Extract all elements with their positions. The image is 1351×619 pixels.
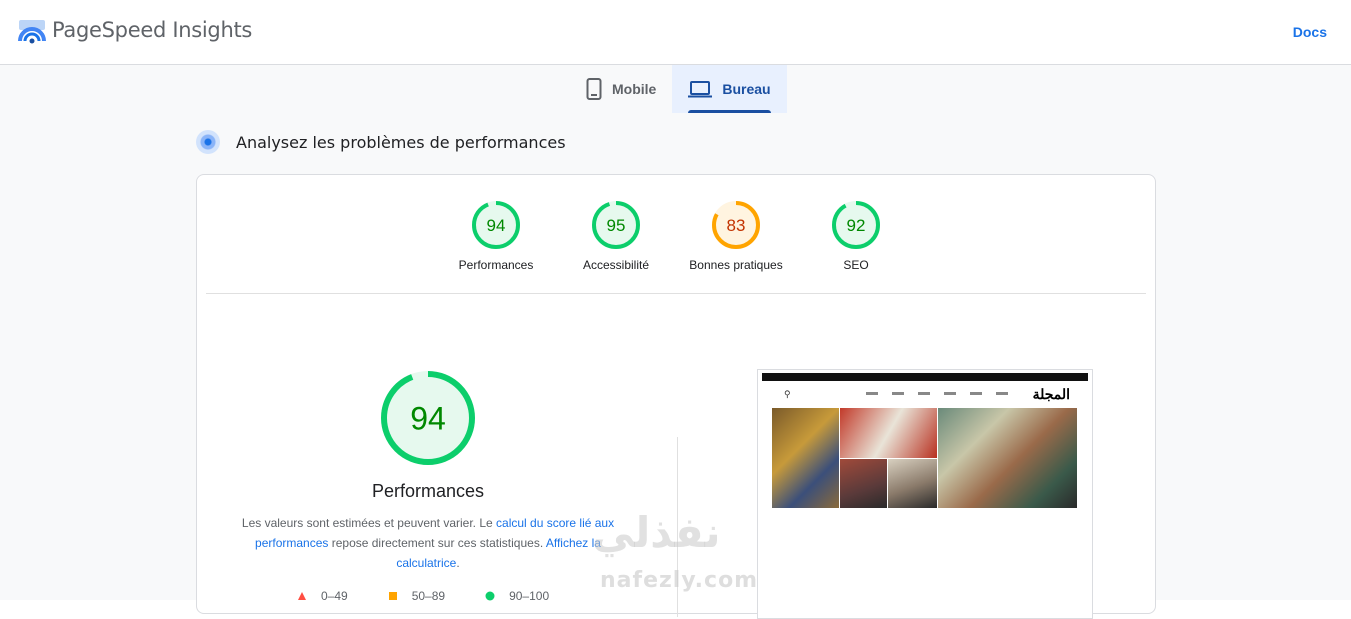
score-legend: 0–49 50–89 90–100 (297, 589, 549, 603)
legend-average: 50–89 (388, 589, 445, 603)
phone-icon (586, 78, 602, 100)
gauge-seo[interactable]: 92 SEO (801, 199, 911, 272)
preview-nav-items (866, 392, 1008, 395)
legend-fail: 0–49 (297, 589, 348, 603)
gauge-score: 92 (847, 216, 866, 235)
gauge-ring: 95 (592, 201, 640, 249)
performance-target-icon (196, 130, 220, 154)
gauge-ring: 94 (472, 201, 520, 249)
preview-site-logo: المجلة (1032, 386, 1070, 402)
preview-nav: ⚲ المجلة (762, 383, 1088, 407)
main-score-label: Performances (371, 481, 485, 501)
desc-text: . (456, 556, 460, 570)
divider (206, 293, 1146, 294)
section-header: Analysez les problèmes de performances (196, 130, 566, 154)
gauge-score: 94 (410, 401, 446, 437)
preview-image-grid (772, 408, 1077, 508)
tab-bureau[interactable]: Bureau (672, 65, 787, 113)
watermark-arabic: نفذلي (592, 508, 721, 557)
preview-tile (888, 459, 937, 508)
top-bar: PageSpeed Insights Docs (0, 0, 1351, 65)
tab-bureau-label: Bureau (722, 81, 771, 97)
docs-link[interactable]: Docs (1293, 24, 1327, 40)
preview-tile (840, 459, 887, 508)
gauge-performances[interactable]: 94 Performances (441, 199, 551, 272)
page-screenshot-preview: ⚲ المجلة (757, 369, 1093, 619)
gauge-label: Bonnes pratiques (689, 258, 783, 272)
pagespeed-logo-icon[interactable] (18, 19, 46, 45)
gauge-label: SEO (843, 258, 869, 272)
legend-range: 90–100 (509, 589, 550, 603)
device-tabs: Mobile Bureau (570, 65, 787, 113)
gauge-ring: 83 (712, 201, 760, 249)
preview-tile (840, 408, 937, 458)
legend-pass: 90–100 (485, 589, 549, 603)
app-title[interactable]: PageSpeed Insights (52, 18, 252, 42)
desc-text: Les valeurs sont estimées et peuvent var… (241, 516, 497, 530)
preview-search-icon: ⚲ (784, 389, 791, 399)
desc-text: repose directement sur ces statistiques. (328, 536, 546, 550)
score-description: Les valeurs sont estimées et peuvent var… (237, 513, 619, 573)
score-gauges: 94 Performances 95 Accessibilité 83 Bonn… (197, 199, 1155, 279)
gauge-ring: 92 (832, 201, 880, 249)
gauge-score: 94 (487, 216, 506, 235)
preview-tile (772, 408, 839, 508)
gauge-score: 83 (727, 216, 746, 235)
section-title: Analysez les problèmes de performances (236, 132, 566, 152)
preview-tile (938, 408, 1077, 508)
gauge-score: 95 (607, 216, 626, 235)
gauge-accessibilite[interactable]: 95 Accessibilité (561, 199, 671, 272)
watermark-latin: nafezly.com (600, 568, 759, 593)
gauge-bonnes-pratiques[interactable]: 83 Bonnes pratiques (681, 199, 791, 272)
legend-range: 0–49 (321, 589, 348, 603)
tab-mobile-label: Mobile (612, 81, 657, 97)
laptop-icon (688, 81, 713, 98)
legend-range: 50–89 (411, 589, 446, 603)
preview-topbar (762, 373, 1088, 381)
gauge-label: Accessibilité (582, 258, 650, 272)
gauge-label: Performances (458, 258, 534, 272)
main-performance-gauge: 94 (381, 371, 475, 465)
tab-mobile[interactable]: Mobile (570, 65, 672, 113)
